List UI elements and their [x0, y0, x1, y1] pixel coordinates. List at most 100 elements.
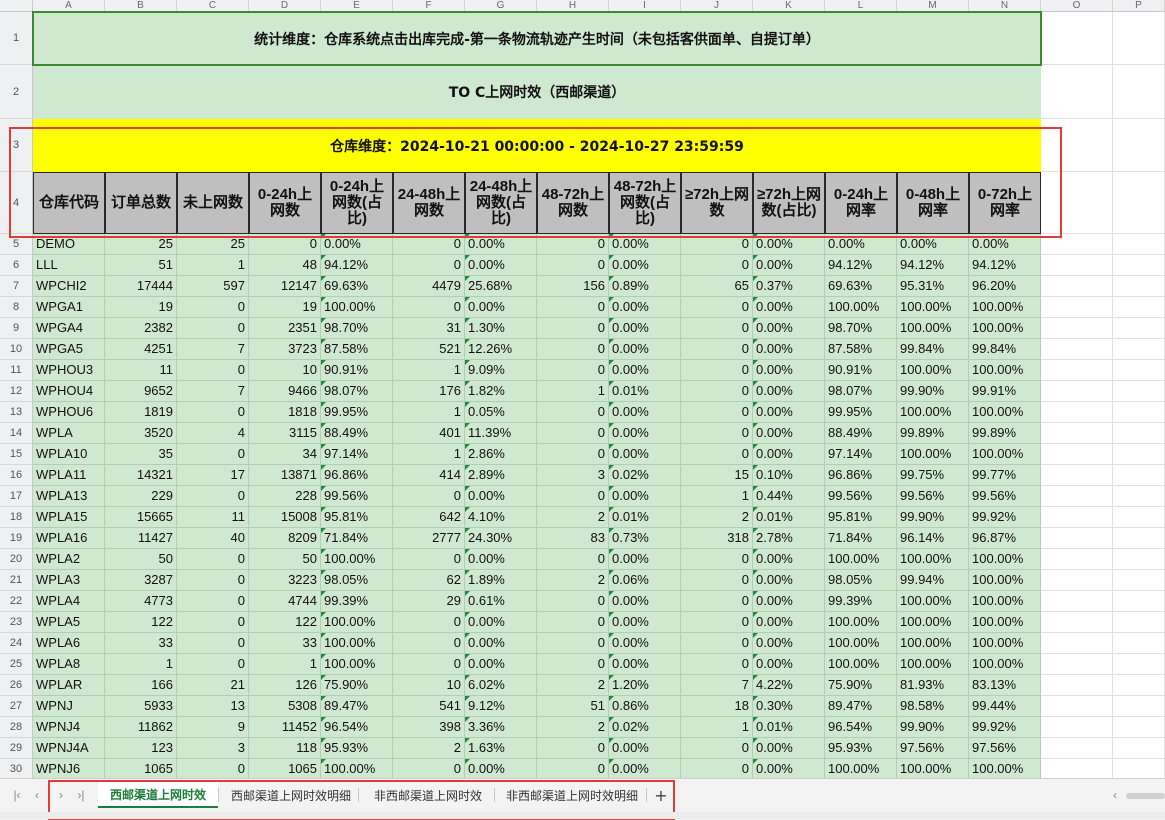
table-cell[interactable]: 0.30%	[753, 696, 825, 717]
table-cell[interactable]: 0.00%	[753, 549, 825, 570]
table-cell[interactable]: 81.93%	[897, 675, 969, 696]
warehouse-code-cell[interactable]: WPLA4	[33, 591, 105, 612]
table-cell[interactable]: 0	[681, 402, 753, 423]
sheet-tab[interactable]: 西邮渠道上网时效明细	[224, 782, 358, 808]
row-header-4[interactable]: 4	[0, 172, 33, 234]
table-cell[interactable]: 99.56%	[897, 486, 969, 507]
table-cell[interactable]: 0.06%	[609, 570, 681, 591]
table-cell[interactable]: 0.00%	[897, 234, 969, 255]
table-cell[interactable]: 0	[393, 297, 465, 318]
table-cell[interactable]: 2	[681, 507, 753, 528]
last-sheet-icon[interactable]: ›|	[74, 787, 88, 803]
empty-cell[interactable]	[1113, 423, 1165, 444]
table-cell[interactable]: 62	[393, 570, 465, 591]
table-cell[interactable]: 122	[249, 612, 321, 633]
table-cell[interactable]: 51	[537, 696, 609, 717]
table-cell[interactable]: 0.00%	[609, 402, 681, 423]
table-cell[interactable]: 100.00%	[825, 297, 897, 318]
table-cell[interactable]: 398	[393, 717, 465, 738]
table-cell[interactable]: 0	[681, 738, 753, 759]
table-cell[interactable]: 100.00%	[321, 633, 393, 654]
table-cell[interactable]: 33	[105, 633, 177, 654]
empty-cell[interactable]	[1113, 276, 1165, 297]
column-header-g[interactable]: G	[465, 0, 537, 12]
table-cell[interactable]: 1.63%	[465, 738, 537, 759]
column-header-j[interactable]: J	[681, 0, 753, 12]
table-cell[interactable]: 0	[681, 633, 753, 654]
table-cell[interactable]: 100.00%	[825, 549, 897, 570]
table-cell[interactable]: 88.49%	[321, 423, 393, 444]
table-cell[interactable]: 100.00%	[969, 444, 1041, 465]
table-cell[interactable]: 0.00%	[609, 360, 681, 381]
empty-cell[interactable]	[1041, 612, 1113, 633]
empty-cell[interactable]	[1041, 12, 1113, 65]
table-header-cell[interactable]: 0-48h上网率	[897, 172, 969, 234]
table-cell[interactable]: 96.20%	[969, 276, 1041, 297]
table-cell[interactable]: 98.07%	[825, 381, 897, 402]
table-cell[interactable]: 4.10%	[465, 507, 537, 528]
empty-cell[interactable]	[1041, 654, 1113, 675]
table-cell[interactable]: 94.12%	[897, 255, 969, 276]
table-cell[interactable]: 9466	[249, 381, 321, 402]
table-cell[interactable]: 0	[681, 612, 753, 633]
table-cell[interactable]: 100.00%	[321, 549, 393, 570]
table-header-cell[interactable]: 仓库代码	[33, 172, 105, 234]
table-cell[interactable]: 99.39%	[825, 591, 897, 612]
table-cell[interactable]: 7	[177, 381, 249, 402]
table-cell[interactable]: 0	[681, 423, 753, 444]
empty-cell[interactable]	[1113, 654, 1165, 675]
table-cell[interactable]: 94.12%	[969, 255, 1041, 276]
empty-cell[interactable]	[1041, 507, 1113, 528]
table-cell[interactable]: 4479	[393, 276, 465, 297]
table-cell[interactable]: 98.70%	[321, 318, 393, 339]
warehouse-code-cell[interactable]: WPHOU3	[33, 360, 105, 381]
table-cell[interactable]: 0.86%	[609, 696, 681, 717]
table-cell[interactable]: 100.00%	[825, 654, 897, 675]
warehouse-code-cell[interactable]: WPLA13	[33, 486, 105, 507]
table-cell[interactable]: 75.90%	[825, 675, 897, 696]
table-cell[interactable]: 3	[177, 738, 249, 759]
table-cell[interactable]: 9	[177, 717, 249, 738]
table-cell[interactable]: 69.63%	[321, 276, 393, 297]
table-cell[interactable]: 0	[177, 297, 249, 318]
empty-cell[interactable]	[1113, 381, 1165, 402]
scroll-left-icon[interactable]: ‹	[1108, 787, 1122, 803]
table-cell[interactable]: 0.00%	[609, 612, 681, 633]
empty-cell[interactable]	[1041, 570, 1113, 591]
empty-cell[interactable]	[1041, 297, 1113, 318]
empty-cell[interactable]	[1113, 675, 1165, 696]
table-cell[interactable]: 99.75%	[897, 465, 969, 486]
table-cell[interactable]: 96.54%	[825, 717, 897, 738]
empty-cell[interactable]	[1113, 360, 1165, 381]
table-cell[interactable]: 100.00%	[897, 612, 969, 633]
table-cell[interactable]: 0	[537, 549, 609, 570]
row-header-9[interactable]: 9	[0, 318, 33, 339]
table-cell[interactable]: 0.00%	[753, 255, 825, 276]
table-cell[interactable]: 75.90%	[321, 675, 393, 696]
table-cell[interactable]: 100.00%	[969, 360, 1041, 381]
row-header-7[interactable]: 7	[0, 276, 33, 297]
column-header-i[interactable]: I	[609, 0, 681, 12]
warehouse-code-cell[interactable]: WPLA16	[33, 528, 105, 549]
table-cell[interactable]: 0	[681, 360, 753, 381]
empty-cell[interactable]	[1113, 339, 1165, 360]
table-cell[interactable]: 51	[105, 255, 177, 276]
table-cell[interactable]: 0	[681, 381, 753, 402]
table-header-cell[interactable]: 48-72h上网数	[537, 172, 609, 234]
column-header-e[interactable]: E	[321, 0, 393, 12]
table-cell[interactable]: 100.00%	[321, 654, 393, 675]
table-cell[interactable]: 96.86%	[321, 465, 393, 486]
table-cell[interactable]: 100.00%	[897, 444, 969, 465]
column-header-d[interactable]: D	[249, 0, 321, 12]
table-cell[interactable]: 156	[537, 276, 609, 297]
table-header-cell[interactable]: 0-24h上网数(占比)	[321, 172, 393, 234]
table-cell[interactable]: 11.39%	[465, 423, 537, 444]
empty-cell[interactable]	[1041, 234, 1113, 255]
table-cell[interactable]: 0	[537, 444, 609, 465]
warehouse-code-cell[interactable]: WPLA3	[33, 570, 105, 591]
table-cell[interactable]: 12147	[249, 276, 321, 297]
table-cell[interactable]: 0.00%	[465, 654, 537, 675]
table-header-cell[interactable]: 48-72h上网数(占比)	[609, 172, 681, 234]
table-cell[interactable]: 0.00%	[753, 381, 825, 402]
table-cell[interactable]: 4744	[249, 591, 321, 612]
